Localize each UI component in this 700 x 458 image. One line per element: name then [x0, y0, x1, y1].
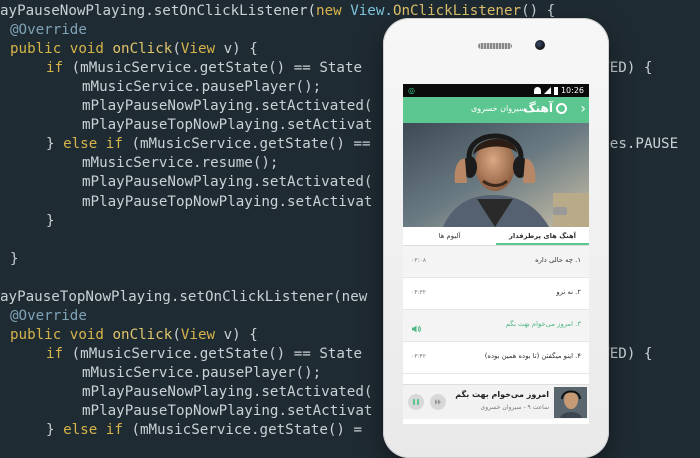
volume-icon [411, 319, 421, 338]
track-title: ۲. نه نرو [556, 288, 581, 296]
code-line: @Override [10, 307, 87, 324]
app-logo: آهنگ [523, 101, 567, 115]
code-line: mMusicService.pausePlayer(); [82, 364, 322, 381]
code-line: mPlayPauseTopNowPlaying.setActivat [82, 193, 373, 210]
code-line: public void onClick(View v) { [10, 41, 258, 58]
status-time: 10:26 [560, 86, 584, 95]
track-duration: ۰۳:۰۸ [411, 257, 426, 264]
track-duration: ۰۴:۳۲ [411, 289, 426, 296]
artist-photo [403, 123, 589, 227]
code-line: public void onClick(View v) { [10, 326, 258, 343]
next-icon [435, 399, 441, 405]
app-bar: › آهنگ سیروان خسروی [403, 97, 589, 123]
track-duration: ۰۳:۴۲ [411, 353, 426, 360]
track-item[interactable]: ۰۳:۴۲ ۴. اینو میگفتن (تا بوده همین بوده) [403, 342, 589, 374]
album-thumbnail [554, 387, 587, 418]
phone-screen: ◎ 10:26 › آهنگ سیروان خسروی آلبوم ها آهن… [403, 84, 589, 424]
now-playing-title: امروز می‌خوام بهت بگم [455, 390, 549, 399]
track-item[interactable]: ۰۴:۳۲ ۲. نه نرو [403, 278, 589, 310]
back-arrow-icon[interactable]: › [580, 101, 586, 117]
track-item[interactable]: ۰۳:۰۸ ۱. چه حالی داره [403, 246, 589, 278]
tab-popular-songs[interactable]: آهنگ های پرطرفدار [496, 227, 589, 245]
artist-photo-illustration [403, 123, 589, 227]
next-button[interactable] [430, 394, 446, 410]
artist-name: سیروان خسروی [471, 104, 526, 113]
code-line: } else if (mMusicService.getState() = [46, 422, 363, 439]
wifi-icon [533, 87, 541, 94]
code-line: mPlayPauseNowPlaying.setActivated( [82, 174, 373, 191]
code-line: mMusicService.resume(); [82, 155, 279, 172]
track-title: ۳. امروز می‌خوام بهت بگم [505, 320, 581, 328]
code-line: @Override [10, 22, 87, 39]
code-line: mPlayPauseTopNowPlaying.setActivat [82, 403, 373, 420]
pause-button[interactable] [408, 394, 424, 410]
track-title: ۴. اینو میگفتن (تا بوده همین بوده) [484, 352, 581, 360]
code-line: mMusicService.pausePlayer(); [82, 79, 322, 96]
signal-icon [543, 87, 551, 94]
now-playing-subtitle: ساعت ۹ - سیروان خسروی [480, 404, 549, 411]
logo-text: آهنگ [523, 101, 553, 115]
front-camera [535, 40, 545, 50]
code-line: mPlayPauseTopNowPlaying.setActivat [82, 117, 373, 134]
pause-icon [413, 399, 419, 405]
tab-albums[interactable]: آلبوم ها [403, 227, 496, 245]
battery-icon [553, 86, 558, 95]
now-playing-bar[interactable]: امروز می‌خوام بهت بگم ساعت ۹ - سیروان خس… [403, 384, 589, 419]
status-bar: ◎ 10:26 [403, 84, 589, 97]
code-line: } [46, 212, 55, 229]
track-item-playing[interactable]: ۳. امروز می‌خوام بهت بگم [403, 310, 589, 342]
earpiece-speaker [478, 43, 512, 49]
track-list: ۰۳:۰۸ ۱. چه حالی داره ۰۴:۳۲ ۲. نه نرو ۳.… [403, 246, 589, 374]
track-title: ۱. چه حالی داره [535, 256, 581, 264]
phone-mockup: ◎ 10:26 › آهنگ سیروان خسروی آلبوم ها آهن… [383, 18, 609, 458]
code-line: mPlayPauseNowPlaying.setActivated( [82, 98, 373, 115]
notification-icon: ◎ [408, 86, 415, 95]
logo-mark-icon [556, 102, 567, 114]
code-line: mPlayPauseNowPlaying.setActivated( [82, 384, 373, 400]
code-line: } [10, 250, 19, 267]
tab-bar: آلبوم ها آهنگ های پرطرفدار [403, 227, 589, 246]
